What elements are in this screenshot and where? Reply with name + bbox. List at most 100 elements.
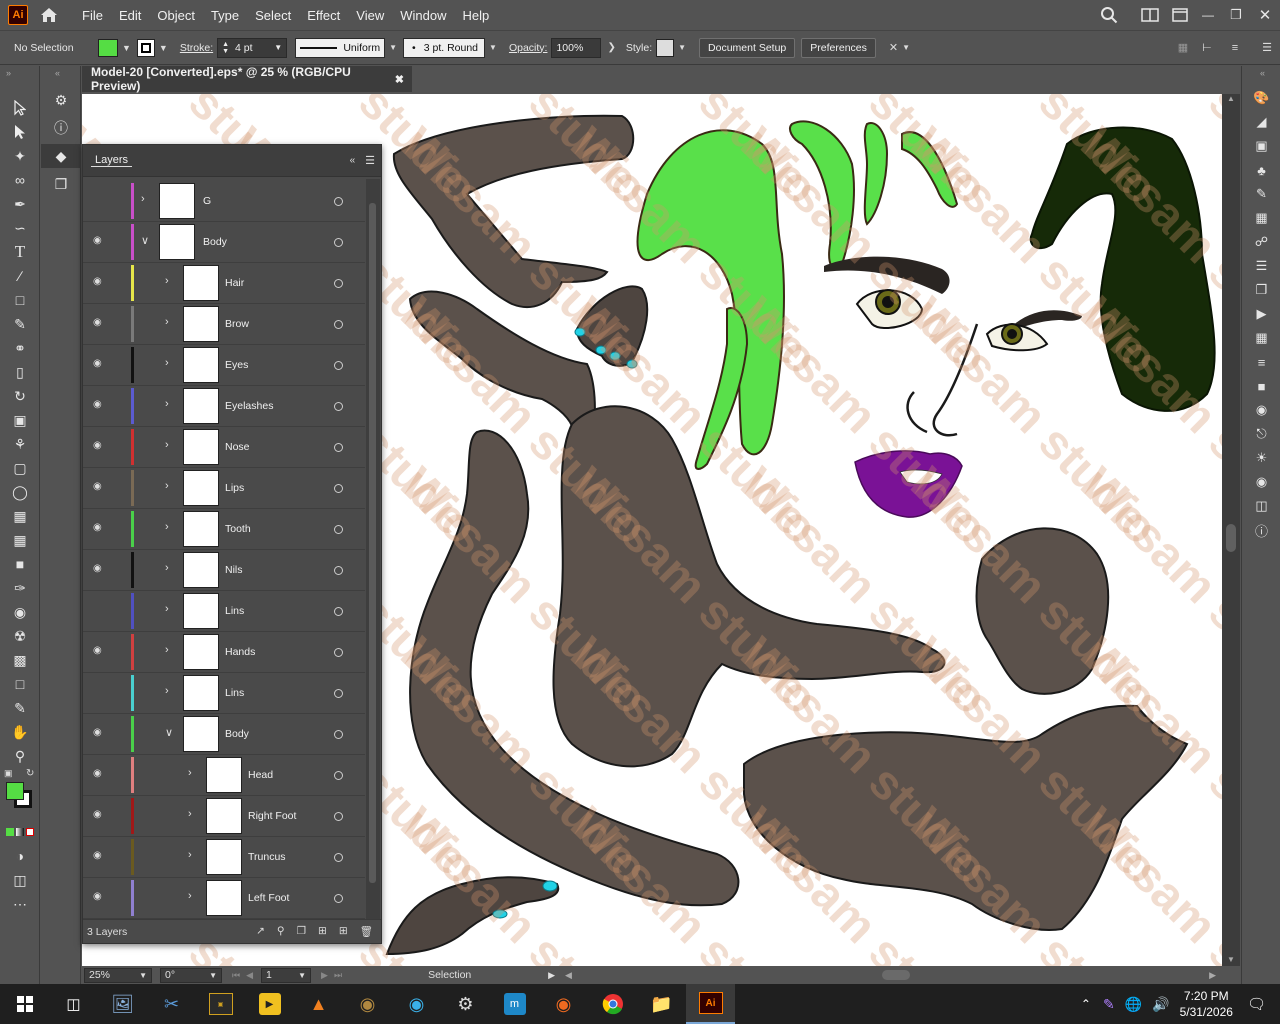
layer-row[interactable]: ◉ › Eyelashes [83, 386, 365, 427]
layer-target-icon[interactable] [334, 443, 343, 452]
layer-name[interactable]: Hair [225, 277, 244, 289]
layers-panel-icon[interactable]: ◆ [41, 144, 81, 168]
expand-chevron-icon[interactable]: › [188, 808, 192, 820]
menu-view[interactable]: View [348, 8, 392, 23]
next-artboard-icon[interactable]: ▶ [321, 970, 328, 981]
workspace-switcher-icon[interactable] [1166, 8, 1194, 22]
studio-app-icon[interactable]: ▣ [196, 984, 245, 1024]
layer-target-icon[interactable] [334, 566, 343, 575]
menu-object[interactable]: Object [149, 8, 203, 23]
visibility-eye-icon[interactable]: ◉ [93, 809, 105, 820]
transform-panel-icon[interactable]: ▦ [1242, 206, 1280, 230]
stroke-label[interactable]: Stroke: [180, 42, 213, 54]
opacity-field[interactable]: 100% [551, 37, 602, 58]
scanner-app-icon[interactable]: ⚙ [441, 984, 490, 1024]
expand-chevron-icon[interactable]: › [165, 644, 169, 656]
layer-row[interactable]: ◉ › Hands [83, 632, 365, 673]
visibility-eye-icon[interactable]: ◉ [93, 563, 105, 574]
list-options-icon[interactable]: ≡ [1232, 42, 1238, 54]
horizontal-scroll-thumb[interactable] [881, 970, 910, 980]
expand-chevron-icon[interactable]: › [165, 521, 169, 533]
status-menu-arrow-icon[interactable]: ▶ [548, 970, 555, 981]
layer-target-icon[interactable] [334, 812, 343, 821]
pen-tool-icon[interactable]: ✒ [0, 192, 40, 216]
gradient-tool-icon[interactable]: ■ [0, 552, 40, 576]
layer-name[interactable]: G [203, 195, 211, 207]
expand-chevron-icon[interactable]: › [188, 849, 192, 861]
collapse-chevron-icon[interactable]: ∨ [141, 234, 149, 247]
new-layer-icon[interactable]: ⊞ [339, 925, 348, 938]
windows-start-icon[interactable] [0, 984, 49, 1024]
layer-name[interactable]: Lins [225, 605, 244, 617]
layer-name[interactable]: Hands [225, 646, 255, 658]
style-chevron-icon[interactable]: ▼ [678, 43, 686, 52]
layer-row[interactable]: ◉ › Truncus [83, 837, 365, 878]
pen-tray-icon[interactable]: ✎ [1103, 996, 1115, 1013]
layer-row[interactable]: ◉ › Tooth [83, 509, 365, 550]
opacity-arrow-icon[interactable]: ❯ [607, 42, 615, 53]
none-mode-icon[interactable] [26, 828, 34, 836]
curvature-tool-icon[interactable]: ∽ [0, 216, 40, 240]
free-transform-tool-icon[interactable]: ▢ [0, 456, 40, 480]
scale-tool-icon[interactable]: ▣ [0, 408, 40, 432]
gradient-panel-icon[interactable]: ■ [1242, 374, 1280, 398]
magic-wand-tool-icon[interactable]: ✦ [0, 144, 40, 168]
notifications-icon[interactable]: 🗨 [1247, 995, 1266, 1013]
selection-tool-icon[interactable] [0, 96, 40, 120]
rotate-tool-icon[interactable]: ↻ [0, 384, 40, 408]
gimp-app-icon[interactable]: ◉ [343, 984, 392, 1024]
visibility-eye-icon[interactable]: ◉ [93, 317, 105, 328]
menu-file[interactable]: File [74, 8, 111, 23]
expand-chevron-icon[interactable]: › [165, 603, 169, 615]
stroke-swatch[interactable] [136, 38, 155, 57]
layer-row[interactable]: ◉ ∨ Body [83, 222, 365, 263]
layer-row[interactable]: › G [83, 181, 365, 222]
document-tab[interactable]: Model-20 [Converted].eps* @ 25 % (RGB/CP… [82, 65, 412, 93]
visibility-eye-icon[interactable]: ◉ [93, 522, 105, 533]
eyedropper-tool-icon[interactable]: ✑ [0, 576, 40, 600]
links-panel-icon[interactable]: ☍ [1242, 230, 1280, 254]
delete-layer-icon[interactable]: 🗑 [360, 925, 373, 938]
expand-chevron-icon[interactable]: › [165, 480, 169, 492]
expand-chevron-icon[interactable]: › [165, 562, 169, 574]
symbol-sprayer-tool-icon[interactable]: ☢ [0, 624, 40, 648]
file-explorer-icon[interactable]: 📁 [637, 984, 686, 1024]
menu-edit[interactable]: Edit [111, 8, 149, 23]
layer-row[interactable]: ◉ › Left Foot [83, 878, 365, 919]
layer-row[interactable]: ◉ ∨ Body [83, 714, 365, 755]
stroke-weight-field[interactable]: ▲ ▼ 4 pt ▼ [217, 37, 288, 58]
rotate-view-select[interactable]: 0° ▼ [160, 967, 222, 983]
glyphs-panel-icon[interactable]: ▦ [1242, 326, 1280, 350]
shape-builder-tool-icon[interactable]: ◯ [0, 480, 40, 504]
layer-target-icon[interactable] [334, 853, 343, 862]
restore-icon[interactable]: ❐ [1222, 7, 1250, 23]
visibility-eye-icon[interactable]: ◉ [93, 276, 105, 287]
strip-collapse-icon[interactable]: « [41, 66, 80, 82]
info-panel-icon[interactable]: ⓘ [41, 116, 81, 140]
last-artboard-icon[interactable]: ⏭ [334, 970, 342, 981]
expand-chevron-icon[interactable]: › [165, 316, 169, 328]
layer-name[interactable]: Body [203, 236, 227, 248]
mesh-tool-icon[interactable]: ▦ [0, 528, 40, 552]
expand-chevron-icon[interactable]: › [165, 275, 169, 287]
hscroll-left-icon[interactable]: ◀ [565, 970, 572, 981]
layer-target-icon[interactable] [334, 771, 343, 780]
layer-name[interactable]: Lips [225, 482, 244, 494]
prev-artboard-icon[interactable]: ◀ [246, 970, 253, 981]
visibility-eye-icon[interactable]: ◉ [93, 645, 105, 656]
photoshop-app-icon[interactable]: ◉ [392, 984, 441, 1024]
arrange-documents-icon[interactable] [1134, 8, 1166, 22]
layer-name[interactable]: Eyes [225, 359, 248, 371]
preferences-button[interactable]: Preferences [801, 37, 876, 58]
pathfinder-panel-icon[interactable]: ❐ [1242, 278, 1280, 302]
layer-name[interactable]: Brow [225, 318, 249, 330]
collapse-panel-icon[interactable]: « [350, 155, 356, 166]
stroke-profile-select[interactable]: Uniform [295, 37, 386, 58]
align-grid-icon[interactable]: ▦ [1178, 41, 1188, 54]
visibility-eye-icon[interactable]: ◉ [93, 891, 105, 902]
clock[interactable]: 7:20 PM 5/31/2026 [1180, 988, 1233, 1020]
layer-row[interactable]: ◉ › Hair [83, 263, 365, 304]
expand-chevron-icon[interactable]: › [165, 685, 169, 697]
zoom-tool-icon[interactable]: ⚲ [0, 744, 40, 768]
layer-name[interactable]: Truncus [248, 851, 286, 863]
